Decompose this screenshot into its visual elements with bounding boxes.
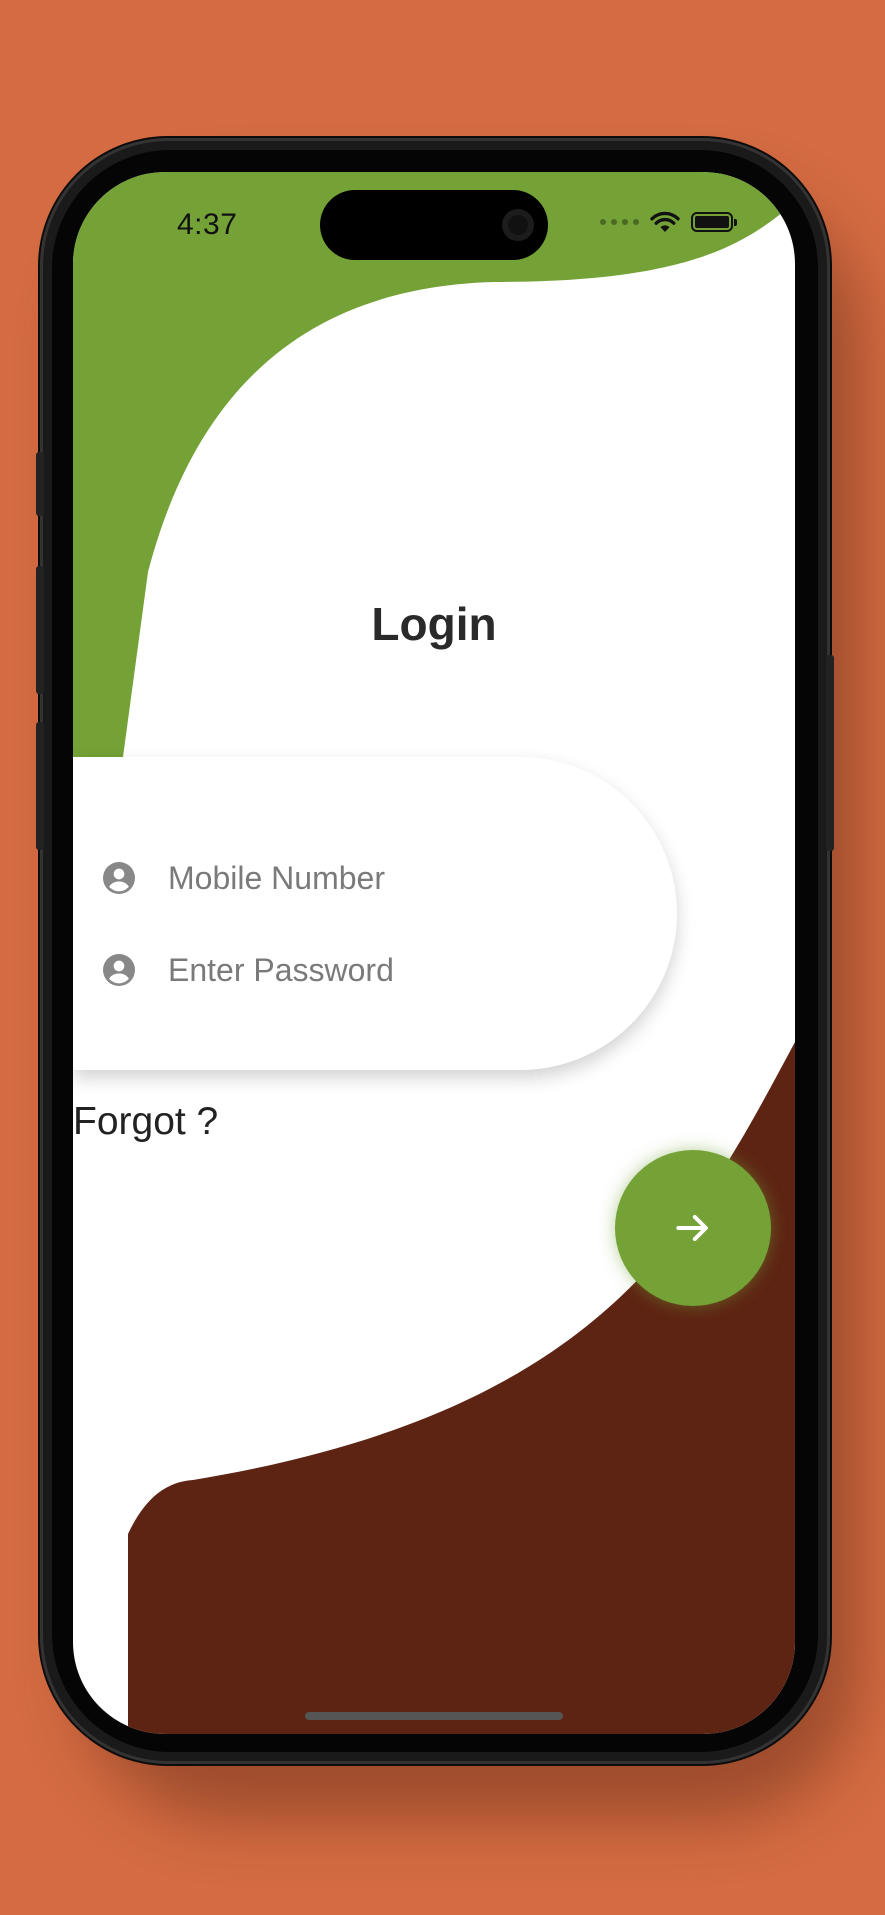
dynamic-island bbox=[320, 190, 548, 260]
page-title: Login bbox=[371, 598, 497, 650]
forgot-password-link[interactable]: Forgot ? bbox=[73, 1100, 218, 1144]
app-screen: 4:37 Login Mobile Number Forgot ? bbox=[73, 172, 795, 1734]
password-field[interactable] bbox=[103, 940, 603, 1000]
account-circle-icon bbox=[103, 862, 135, 894]
wifi-icon bbox=[650, 211, 680, 232]
camera-icon bbox=[502, 209, 534, 241]
home-indicator[interactable] bbox=[305, 1712, 563, 1720]
password-input[interactable] bbox=[168, 951, 588, 989]
status-time: 4:37 bbox=[177, 208, 238, 241]
power-button bbox=[826, 655, 834, 851]
volume-up-button bbox=[36, 566, 44, 694]
battery-icon bbox=[691, 212, 737, 232]
login-form-card bbox=[73, 757, 677, 1070]
mobile-number-field[interactable] bbox=[103, 848, 603, 908]
submit-button[interactable] bbox=[615, 1150, 771, 1306]
volume-down-button bbox=[36, 722, 44, 850]
bottom-brown-wave bbox=[128, 1042, 795, 1734]
mobile-number-input[interactable] bbox=[168, 859, 588, 897]
account-circle-icon bbox=[103, 954, 135, 986]
action-button bbox=[36, 452, 44, 516]
arrow-right-icon bbox=[676, 1214, 708, 1242]
status-icons bbox=[600, 204, 737, 240]
signal-dots-icon bbox=[600, 219, 639, 225]
